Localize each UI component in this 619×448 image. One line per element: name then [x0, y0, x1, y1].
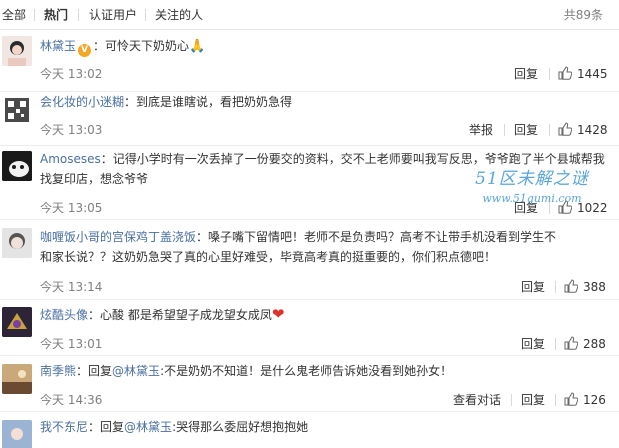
comment-body: 林黛玉 V ：可怜天下奶奶心🙏	[40, 36, 612, 57]
view-conversation-button[interactable]: 查看对话	[453, 393, 501, 407]
action-divider	[555, 394, 556, 406]
comment-text: 可怜天下奶奶心	[105, 39, 190, 53]
mentioned-user-link[interactable]: @林黛玉	[112, 364, 160, 378]
tab-all[interactable]: 全部	[2, 8, 26, 22]
comment-timestamp: 今天 13:03	[40, 123, 103, 137]
comment-timestamp: 今天 13:02	[40, 67, 103, 81]
like-thumb-icon[interactable]	[558, 66, 572, 80]
avatar[interactable]	[2, 151, 32, 181]
comment-separator: ：	[76, 364, 89, 378]
comment-item: 咖喱饭小哥的宫保鸡丁盖浇饭：嗓子嘴下留情吧！老师不是负责吗？高考不让带手机没看到…	[0, 220, 619, 300]
avatar-image	[2, 307, 32, 337]
comment-username[interactable]: 炫酷头像	[40, 308, 88, 322]
comment-timestamp: 今天 14:36	[40, 393, 103, 407]
comment-timestamp: 今天 13:05	[40, 201, 103, 215]
comment-separator: ：	[88, 308, 101, 322]
reply-button[interactable]: 回复	[514, 123, 538, 137]
comment-body: 南季熊：回复@林黛玉:不是奶奶不知道！是什么鬼老师告诉她没看到她孙女！	[40, 361, 612, 381]
tab-divider	[78, 9, 79, 21]
report-button[interactable]: 举报	[469, 123, 493, 137]
comment-item: 林黛玉 V ：可怜天下奶奶心🙏 今天 13:02 回复 1445	[0, 30, 619, 92]
verified-badge-icon: V	[78, 44, 92, 57]
comment-username[interactable]: 南季熊	[40, 364, 76, 378]
action-divider	[504, 124, 505, 136]
avatar[interactable]	[2, 307, 32, 337]
comment-filter-tabs: 全部 热门 认证用户 关注的人 共89条	[0, 0, 619, 30]
reply-prefix: 回复	[88, 364, 113, 378]
avatar-image	[2, 95, 32, 125]
like-count: 388	[583, 280, 606, 294]
action-divider	[555, 281, 556, 293]
avatar-image	[2, 36, 32, 66]
avatar-image	[2, 228, 32, 258]
avatar[interactable]	[2, 364, 32, 394]
praying-hands-emoji-icon: 🙏	[189, 39, 206, 54]
tab-verified-users[interactable]: 认证用户	[89, 8, 137, 22]
comment-separator: ：	[88, 420, 101, 434]
tab-divider	[34, 9, 35, 21]
comment-text: 心酸 都是希望望子成龙望女成凤	[100, 308, 272, 322]
comment-separator: ：	[100, 152, 113, 166]
avatar-image	[2, 420, 32, 448]
comment-separator: ：	[196, 230, 209, 244]
comment-text: 到底是谁瞎说，看把奶奶急得	[136, 95, 293, 109]
comment-username[interactable]: 林黛玉	[40, 39, 76, 53]
avatar-image	[2, 151, 32, 181]
comment-text: :哭得那么委屈好想抱抱她	[172, 420, 309, 434]
like-thumb-icon[interactable]	[558, 122, 572, 136]
like-count: 126	[583, 393, 606, 407]
comment-timestamp: 今天 13:14	[40, 280, 103, 294]
tab-divider	[145, 9, 146, 21]
comment-username[interactable]: 会化妆的小迷糊	[40, 95, 124, 109]
comment-item: 南季熊：回复@林黛玉:不是奶奶不知道！是什么鬼老师告诉她没看到她孙女！ 今天 1…	[0, 356, 619, 412]
tab-following[interactable]: 关注的人	[155, 8, 203, 22]
avatar[interactable]	[2, 36, 32, 66]
action-divider	[555, 338, 556, 350]
watermark-url: www.51qumi.com	[482, 192, 582, 205]
comment-timestamp: 今天 13:01	[40, 337, 103, 351]
comment-total-count: 共89条	[563, 8, 603, 22]
comment-username[interactable]: 我不东尼	[40, 420, 88, 434]
comment-body: 会化妆的小迷糊：到底是谁瞎说，看把奶奶急得	[40, 92, 612, 112]
avatar[interactable]	[2, 95, 32, 125]
reply-button[interactable]: 回复	[521, 280, 545, 294]
comment-username[interactable]: 咖喱饭小哥的宫保鸡丁盖浇饭	[40, 230, 196, 244]
comment-body: 咖喱饭小哥的宫保鸡丁盖浇饭：嗓子嘴下留情吧！老师不是负责吗？高考不让带手机没看到…	[40, 227, 560, 267]
comment-username[interactable]: Amoseses	[40, 152, 101, 166]
avatar-image	[2, 364, 32, 394]
watermark-title: 51区未解之谜	[475, 169, 589, 189]
reply-button[interactable]: 回复	[521, 337, 545, 351]
like-count: 1445	[577, 67, 608, 81]
like-thumb-icon[interactable]	[564, 336, 578, 350]
heart-icon: ❤	[271, 305, 285, 323]
action-divider	[511, 394, 512, 406]
comment-separator: ：	[124, 95, 137, 109]
comment-separator: ：	[93, 39, 106, 53]
comment-text: :不是奶奶不知道！是什么鬼老师告诉她没看到她孙女！	[160, 364, 453, 378]
action-divider	[549, 68, 550, 80]
comment-item: 我不东尼：回复@林黛玉:哭得那么委屈好想抱抱她	[0, 412, 619, 448]
reply-button[interactable]: 回复	[514, 67, 538, 81]
avatar[interactable]	[2, 228, 32, 258]
reply-prefix: 回复	[100, 420, 125, 434]
comment-body: 炫酷头像：心酸 都是希望望子成龙望女成凤❤	[40, 305, 612, 325]
comment-item: 会化妆的小迷糊：到底是谁瞎说，看把奶奶急得 今天 13:03 举报 回复 142…	[0, 92, 619, 146]
comment-item: 炫酷头像：心酸 都是希望望子成龙望女成凤❤ 今天 13:01 回复 288	[0, 300, 619, 356]
like-thumb-icon[interactable]	[564, 279, 578, 293]
like-count: 288	[583, 337, 606, 351]
mentioned-user-link[interactable]: @林黛玉	[124, 420, 172, 434]
like-count: 1428	[577, 123, 608, 137]
reply-button[interactable]: 回复	[521, 393, 545, 407]
action-divider	[549, 124, 550, 136]
site-watermark: 51区未解之谜 www.51qumi.com	[452, 169, 612, 206]
comment-body: 我不东尼：回复@林黛玉:哭得那么委屈好想抱抱她	[40, 417, 612, 437]
tab-hot[interactable]: 热门	[44, 8, 68, 22]
like-thumb-icon[interactable]	[564, 392, 578, 406]
avatar[interactable]	[2, 420, 32, 448]
